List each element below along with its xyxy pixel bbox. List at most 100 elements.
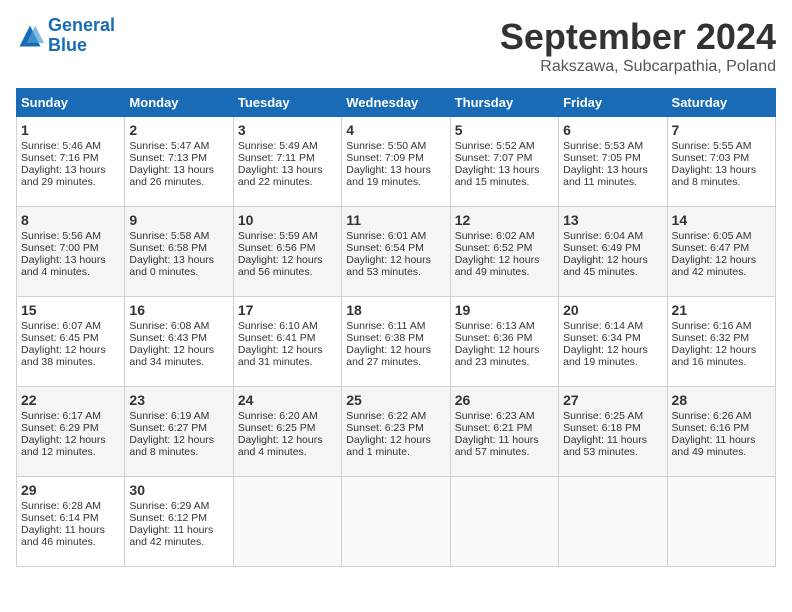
sunset-text: Sunset: 6:52 PM <box>455 242 554 254</box>
day-number: 22 <box>21 392 120 408</box>
sunset-text: Sunset: 7:00 PM <box>21 242 120 254</box>
daylight-text: Daylight: 13 hours and 22 minutes. <box>238 164 337 188</box>
table-row: 17Sunrise: 6:10 AMSunset: 6:41 PMDayligh… <box>233 297 341 387</box>
table-row: 13Sunrise: 6:04 AMSunset: 6:49 PMDayligh… <box>559 207 667 297</box>
day-number: 9 <box>129 212 228 228</box>
col-monday: Monday <box>125 89 233 117</box>
day-number: 13 <box>563 212 662 228</box>
table-row: 11Sunrise: 6:01 AMSunset: 6:54 PMDayligh… <box>342 207 450 297</box>
daylight-text: Daylight: 11 hours and 42 minutes. <box>129 524 228 548</box>
logo: General Blue <box>16 16 115 56</box>
table-row: 30Sunrise: 6:29 AMSunset: 6:12 PMDayligh… <box>125 477 233 567</box>
table-row: 15Sunrise: 6:07 AMSunset: 6:45 PMDayligh… <box>17 297 125 387</box>
sunset-text: Sunset: 7:05 PM <box>563 152 662 164</box>
sunrise-text: Sunrise: 5:55 AM <box>672 140 771 152</box>
sunrise-text: Sunrise: 6:26 AM <box>672 410 771 422</box>
day-number: 11 <box>346 212 445 228</box>
sunset-text: Sunset: 6:58 PM <box>129 242 228 254</box>
day-number: 17 <box>238 302 337 318</box>
daylight-text: Daylight: 11 hours and 57 minutes. <box>455 434 554 458</box>
daylight-text: Daylight: 13 hours and 0 minutes. <box>129 254 228 278</box>
sunset-text: Sunset: 6:27 PM <box>129 422 228 434</box>
day-number: 6 <box>563 122 662 138</box>
daylight-text: Daylight: 12 hours and 49 minutes. <box>455 254 554 278</box>
table-row: 7Sunrise: 5:55 AMSunset: 7:03 PMDaylight… <box>667 117 775 207</box>
daylight-text: Daylight: 13 hours and 4 minutes. <box>21 254 120 278</box>
day-number: 27 <box>563 392 662 408</box>
sunset-text: Sunset: 7:09 PM <box>346 152 445 164</box>
col-sunday: Sunday <box>17 89 125 117</box>
sunset-text: Sunset: 6:41 PM <box>238 332 337 344</box>
daylight-text: Daylight: 11 hours and 46 minutes. <box>21 524 120 548</box>
daylight-text: Daylight: 12 hours and 42 minutes. <box>672 254 771 278</box>
calendar-week-row: 29Sunrise: 6:28 AMSunset: 6:14 PMDayligh… <box>17 477 776 567</box>
day-number: 16 <box>129 302 228 318</box>
col-friday: Friday <box>559 89 667 117</box>
sunset-text: Sunset: 7:11 PM <box>238 152 337 164</box>
sunset-text: Sunset: 7:16 PM <box>21 152 120 164</box>
daylight-text: Daylight: 12 hours and 34 minutes. <box>129 344 228 368</box>
sunrise-text: Sunrise: 5:59 AM <box>238 230 337 242</box>
daylight-text: Daylight: 12 hours and 1 minute. <box>346 434 445 458</box>
sunrise-text: Sunrise: 6:11 AM <box>346 320 445 332</box>
day-number: 3 <box>238 122 337 138</box>
daylight-text: Daylight: 12 hours and 16 minutes. <box>672 344 771 368</box>
table-row: 16Sunrise: 6:08 AMSunset: 6:43 PMDayligh… <box>125 297 233 387</box>
sunrise-text: Sunrise: 6:28 AM <box>21 500 120 512</box>
sunset-text: Sunset: 6:14 PM <box>21 512 120 524</box>
daylight-text: Daylight: 13 hours and 29 minutes. <box>21 164 120 188</box>
sunset-text: Sunset: 6:47 PM <box>672 242 771 254</box>
daylight-text: Daylight: 12 hours and 31 minutes. <box>238 344 337 368</box>
sunrise-text: Sunrise: 6:22 AM <box>346 410 445 422</box>
sunrise-text: Sunrise: 6:01 AM <box>346 230 445 242</box>
sunrise-text: Sunrise: 5:53 AM <box>563 140 662 152</box>
day-number: 28 <box>672 392 771 408</box>
day-number: 20 <box>563 302 662 318</box>
day-number: 24 <box>238 392 337 408</box>
sunset-text: Sunset: 6:36 PM <box>455 332 554 344</box>
logo-text: General Blue <box>48 16 115 56</box>
sunrise-text: Sunrise: 6:25 AM <box>563 410 662 422</box>
calendar-week-row: 1Sunrise: 5:46 AMSunset: 7:16 PMDaylight… <box>17 117 776 207</box>
table-row: 3Sunrise: 5:49 AMSunset: 7:11 PMDaylight… <box>233 117 341 207</box>
table-row <box>233 477 341 567</box>
sunset-text: Sunset: 6:45 PM <box>21 332 120 344</box>
sunrise-text: Sunrise: 6:23 AM <box>455 410 554 422</box>
daylight-text: Daylight: 12 hours and 27 minutes. <box>346 344 445 368</box>
table-row: 5Sunrise: 5:52 AMSunset: 7:07 PMDaylight… <box>450 117 558 207</box>
calendar-week-row: 15Sunrise: 6:07 AMSunset: 6:45 PMDayligh… <box>17 297 776 387</box>
page-header: General Blue September 2024 Rakszawa, Su… <box>16 16 776 76</box>
sunrise-text: Sunrise: 6:29 AM <box>129 500 228 512</box>
table-row: 12Sunrise: 6:02 AMSunset: 6:52 PMDayligh… <box>450 207 558 297</box>
col-saturday: Saturday <box>667 89 775 117</box>
table-row: 9Sunrise: 5:58 AMSunset: 6:58 PMDaylight… <box>125 207 233 297</box>
daylight-text: Daylight: 12 hours and 45 minutes. <box>563 254 662 278</box>
daylight-text: Daylight: 12 hours and 56 minutes. <box>238 254 337 278</box>
day-number: 15 <box>21 302 120 318</box>
sunrise-text: Sunrise: 5:47 AM <box>129 140 228 152</box>
sunrise-text: Sunrise: 6:04 AM <box>563 230 662 242</box>
sunset-text: Sunset: 7:07 PM <box>455 152 554 164</box>
table-row: 28Sunrise: 6:26 AMSunset: 6:16 PMDayligh… <box>667 387 775 477</box>
sunrise-text: Sunrise: 5:50 AM <box>346 140 445 152</box>
daylight-text: Daylight: 12 hours and 12 minutes. <box>21 434 120 458</box>
sunrise-text: Sunrise: 6:02 AM <box>455 230 554 242</box>
subtitle: Rakszawa, Subcarpathia, Poland <box>500 58 776 76</box>
sunrise-text: Sunrise: 5:52 AM <box>455 140 554 152</box>
daylight-text: Daylight: 12 hours and 53 minutes. <box>346 254 445 278</box>
day-number: 26 <box>455 392 554 408</box>
daylight-text: Daylight: 13 hours and 8 minutes. <box>672 164 771 188</box>
daylight-text: Daylight: 13 hours and 26 minutes. <box>129 164 228 188</box>
table-row: 21Sunrise: 6:16 AMSunset: 6:32 PMDayligh… <box>667 297 775 387</box>
title-block: September 2024 Rakszawa, Subcarpathia, P… <box>500 16 776 76</box>
day-number: 5 <box>455 122 554 138</box>
table-row: 24Sunrise: 6:20 AMSunset: 6:25 PMDayligh… <box>233 387 341 477</box>
day-number: 29 <box>21 482 120 498</box>
day-number: 1 <box>21 122 120 138</box>
day-number: 30 <box>129 482 228 498</box>
calendar-table: Sunday Monday Tuesday Wednesday Thursday… <box>16 88 776 567</box>
sunset-text: Sunset: 6:32 PM <box>672 332 771 344</box>
sunset-text: Sunset: 6:34 PM <box>563 332 662 344</box>
table-row <box>559 477 667 567</box>
sunset-text: Sunset: 6:38 PM <box>346 332 445 344</box>
